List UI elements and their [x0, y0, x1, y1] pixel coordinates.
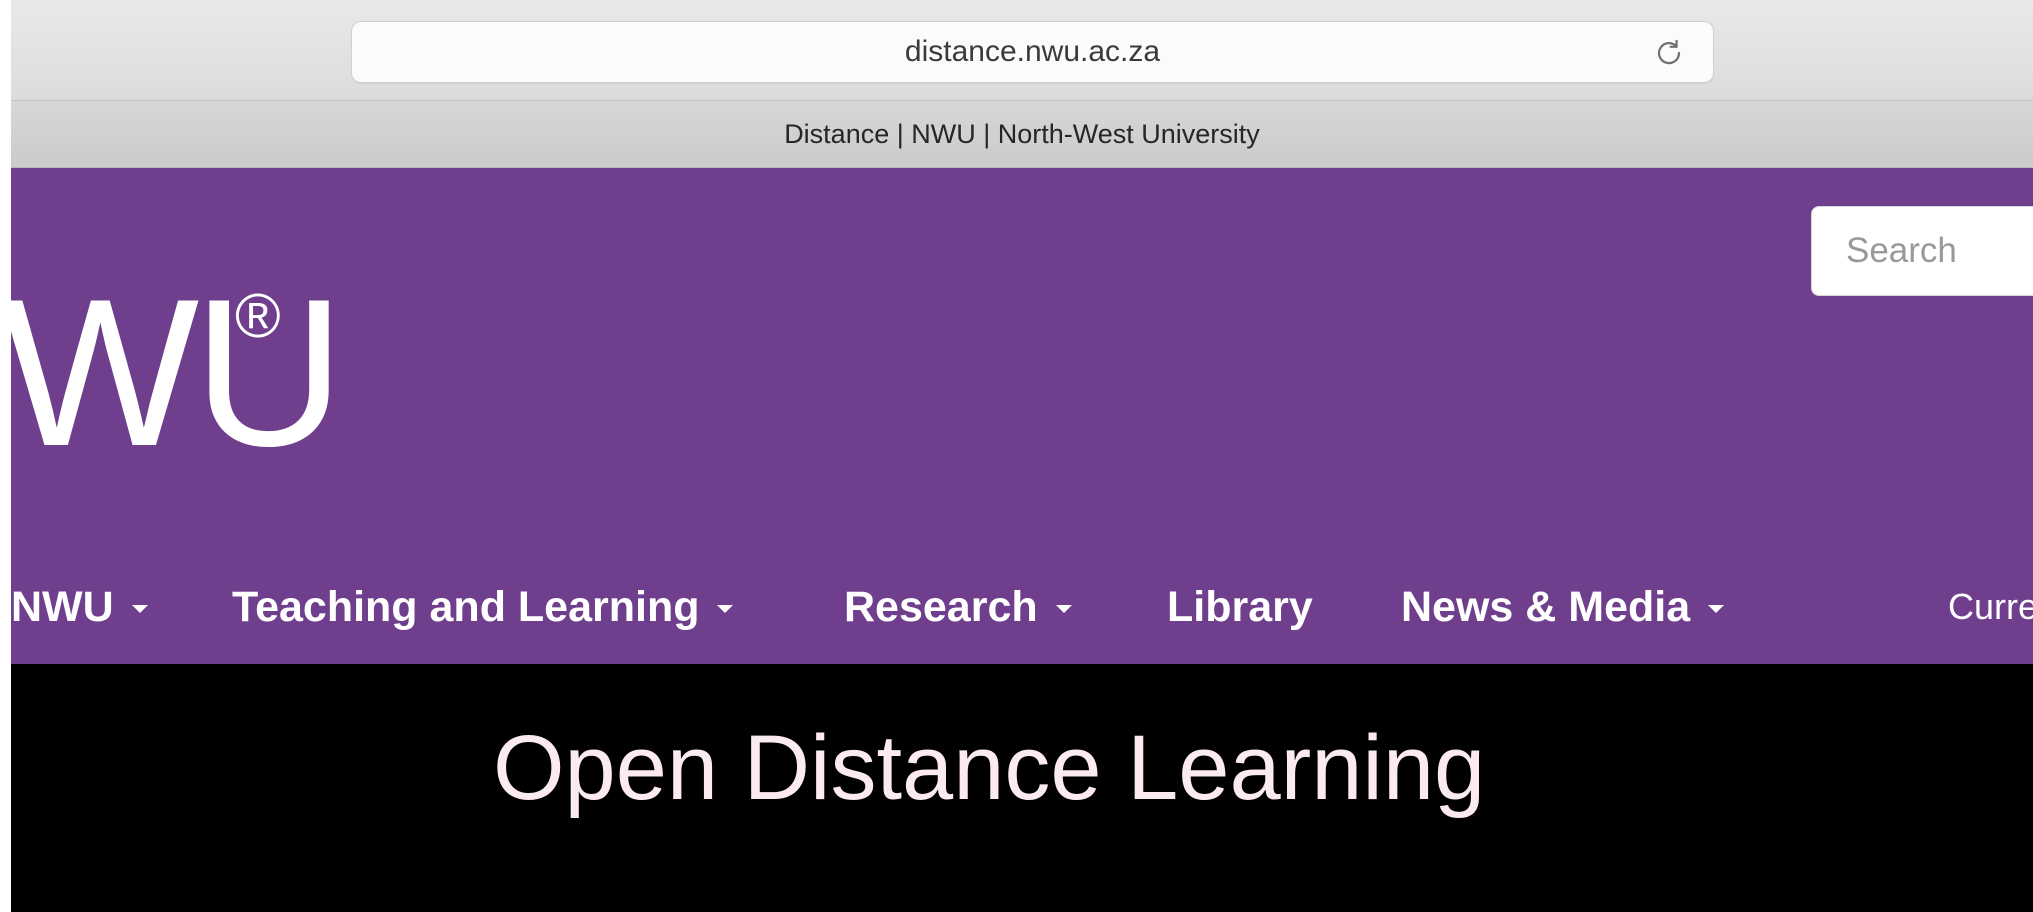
- reload-icon[interactable]: [1653, 37, 1685, 69]
- nav-item-news-media[interactable]: News & Media: [1401, 550, 1725, 664]
- nav-item-library[interactable]: Library: [1167, 550, 1313, 664]
- nav-item-label: Library: [1167, 582, 1313, 631]
- toolbar: distance.nwu.ac.za: [11, 0, 2033, 101]
- caret-down-icon: [1708, 605, 1725, 613]
- site-header: WU ® NWU Teaching and Learning Research …: [1, 168, 2033, 664]
- tab-title[interactable]: Distance | NWU | North-West University: [784, 119, 1260, 150]
- address-bar[interactable]: distance.nwu.ac.za: [351, 21, 1714, 83]
- nav-item-nwu[interactable]: NWU: [11, 550, 148, 664]
- hero-title: Open Distance Learning: [493, 717, 1486, 819]
- main-nav: NWU Teaching and Learning Research Libra…: [11, 550, 2033, 664]
- nav-item-teaching-and-learning[interactable]: Teaching and Learning: [232, 550, 734, 664]
- url-text[interactable]: distance.nwu.ac.za: [352, 22, 1713, 82]
- registered-mark: ®: [235, 282, 281, 351]
- caret-down-icon: [717, 605, 734, 613]
- nav-item-current[interactable]: Curre: [1948, 550, 2033, 664]
- nav-item-label: News & Media: [1401, 582, 1691, 631]
- nav-item-research[interactable]: Research: [844, 550, 1072, 664]
- caret-down-icon: [1055, 605, 1072, 613]
- caret-down-icon: [131, 605, 148, 613]
- hero-banner: Open Distance Learning: [11, 664, 2033, 912]
- nav-item-label: Research: [844, 582, 1038, 631]
- browser-window: distance.nwu.ac.za Distance | NWU | Nort…: [0, 0, 2033, 912]
- browser-chrome: distance.nwu.ac.za Distance | NWU | Nort…: [11, 0, 2033, 168]
- tab-bar[interactable]: Distance | NWU | North-West University: [11, 101, 2033, 168]
- search-input[interactable]: [1811, 206, 2033, 296]
- window-edge: [0, 0, 11, 912]
- nwu-logo[interactable]: WU: [1, 268, 345, 478]
- nav-item-label: Teaching and Learning: [232, 582, 700, 631]
- nav-item-label: NWU: [11, 582, 114, 631]
